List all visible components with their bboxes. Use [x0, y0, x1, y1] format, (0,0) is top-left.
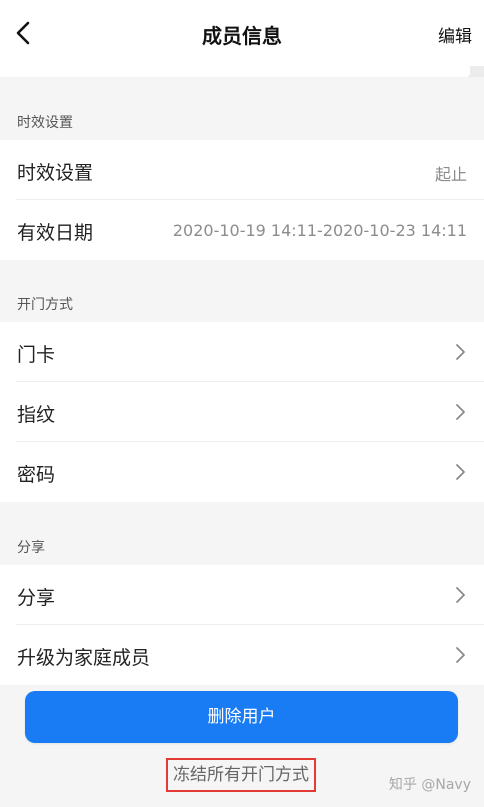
back-button[interactable] — [8, 17, 40, 49]
watermark: 知乎 @Navy — [388, 777, 471, 793]
row-upgrade-family-member[interactable]: 升级为家庭成员 — [0, 625, 484, 685]
row-password[interactable]: 密码 — [0, 442, 484, 502]
row-label: 分享 — [17, 587, 56, 609]
page-title: 成员信息 — [202, 24, 282, 48]
section-header-share: 分享 — [0, 502, 484, 565]
chevron-right-icon — [456, 587, 465, 603]
section-header-unlock: 开门方式 — [0, 260, 484, 322]
chevron-right-icon — [456, 404, 465, 420]
row-share[interactable]: 分享 — [0, 565, 484, 625]
row-valid-date[interactable]: 有效日期 2020-10-19 14:11-2020-10-23 14:11 — [0, 200, 484, 260]
row-validity-setting[interactable]: 时效设置 起止 — [0, 140, 484, 200]
previous-card-edge — [0, 66, 470, 77]
chevron-right-icon — [456, 647, 465, 663]
edit-button[interactable]: 编辑 — [438, 22, 472, 47]
chevron-right-icon — [456, 464, 465, 480]
section-title: 时效设置 — [17, 115, 73, 131]
chevron-right-icon — [456, 344, 465, 360]
chevron-left-icon — [16, 21, 30, 45]
top-divider-strip — [0, 66, 484, 77]
row-fingerprint[interactable]: 指纹 — [0, 382, 484, 442]
nav-header: 成员信息 编辑 — [0, 0, 484, 66]
row-label: 指纹 — [17, 404, 56, 426]
row-label: 升级为家庭成员 — [17, 647, 151, 669]
freeze-all-unlock-methods-button[interactable]: 冻结所有开门方式 — [166, 758, 316, 792]
delete-user-button[interactable]: 删除用户 — [25, 691, 458, 743]
section-header-validity: 时效设置 — [0, 77, 484, 140]
section-title: 分享 — [17, 540, 45, 556]
row-label: 时效设置 — [17, 162, 94, 184]
row-label: 密码 — [17, 464, 56, 486]
row-value: 2020-10-19 14:11-2020-10-23 14:11 — [172, 221, 467, 240]
row-label: 门卡 — [17, 344, 56, 366]
row-value: 起止 — [434, 165, 467, 184]
row-label: 有效日期 — [17, 222, 94, 244]
row-door-card[interactable]: 门卡 — [0, 322, 484, 382]
section-title: 开门方式 — [17, 297, 73, 313]
